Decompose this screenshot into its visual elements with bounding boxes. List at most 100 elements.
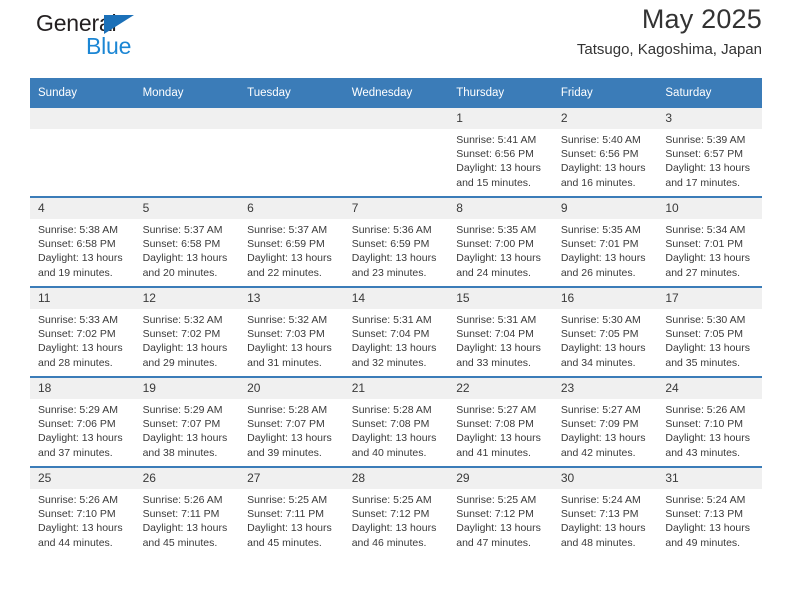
calendar-cell-empty <box>30 108 135 196</box>
day-info: Sunrise: 5:40 AM Sunset: 6:56 PM Daylight:… <box>553 129 658 190</box>
sunset-text: Sunset: 7:03 PM <box>247 328 325 341</box>
calendar-day-cell[interactable]: 11 Sunrise: 5:33 AM Sunset: 7:02 PM Dayligh… <box>30 288 135 376</box>
calendar-day-cell[interactable]: 8 Sunrise: 5:35 AM Sunset: 7:00 PM Daylight… <box>448 198 553 286</box>
calendar-day-cell[interactable]: 12 Sunrise: 5:32 AM Sunset: 7:02 PM Dayligh… <box>134 288 240 376</box>
calendar-cell: 29 Sunrise: 5:25 AM Sunset: 7:12 PM Dayligh… <box>448 466 553 556</box>
calendar-day-cell[interactable]: 6 Sunrise: 5:37 AM Sunset: 6:59 PM Daylight… <box>239 198 344 286</box>
day-number <box>134 108 240 129</box>
calendar-day-cell[interactable]: 25 Sunrise: 5:26 AM Sunset: 7:10 PM Dayligh… <box>30 468 135 556</box>
calendar-day-cell[interactable]: 16 Sunrise: 5:30 AM Sunset: 7:05 PM Dayligh… <box>552 288 658 376</box>
sunrise-text: Sunrise: 5:37 AM <box>142 224 223 236</box>
calendar-day-cell[interactable]: 27 Sunrise: 5:25 AM Sunset: 7:11 PM Dayligh… <box>239 468 344 556</box>
calendar-cell: 23 Sunrise: 5:27 AM Sunset: 7:09 PM Dayligh… <box>552 376 658 467</box>
calendar-cell: 4 Sunrise: 5:38 AM Sunset: 6:58 PM Daylight… <box>30 196 135 287</box>
calendar-day-cell[interactable]: 29 Sunrise: 5:25 AM Sunset: 7:12 PM Dayligh… <box>448 468 553 556</box>
day-info: Sunrise: 5:31 AM Sunset: 7:04 PM Daylight:… <box>344 309 449 370</box>
calendar-day-cell[interactable]: 28 Sunrise: 5:25 AM Sunset: 7:12 PM Dayligh… <box>343 468 449 556</box>
calendar-cell: 11 Sunrise: 5:33 AM Sunset: 7:02 PM Dayligh… <box>30 286 135 377</box>
calendar-cell <box>239 108 344 197</box>
weekday-header-tuesday: Tuesday <box>239 78 344 108</box>
calendar-day-cell[interactable]: 9 Sunrise: 5:35 AM Sunset: 7:01 PM Daylight… <box>552 198 658 286</box>
calendar-cell: 16 Sunrise: 5:30 AM Sunset: 7:05 PM Dayligh… <box>552 286 658 377</box>
sunset-text: Sunset: 6:58 PM <box>38 238 116 251</box>
calendar-day-cell[interactable]: 19 Sunrise: 5:29 AM Sunset: 7:07 PM Dayligh… <box>134 378 240 466</box>
calendar-day-cell[interactable]: 23 Sunrise: 5:27 AM Sunset: 7:09 PM Dayligh… <box>552 378 658 466</box>
calendar-day-cell[interactable]: 2 Sunrise: 5:40 AM Sunset: 6:56 PM Daylight… <box>552 108 658 196</box>
day-number: 23 <box>552 378 658 399</box>
day-info: Sunrise: 5:32 AM Sunset: 7:03 PM Daylight:… <box>239 309 344 370</box>
day-number: 9 <box>552 198 658 219</box>
calendar-day-cell[interactable]: 31 Sunrise: 5:24 AM Sunset: 7:13 PM Dayligh… <box>657 468 762 556</box>
sunset-text: Sunset: 7:05 PM <box>665 328 744 341</box>
calendar-cell: 26 Sunrise: 5:26 AM Sunset: 7:11 PM Dayligh… <box>134 466 240 556</box>
calendar-day-cell[interactable]: 3 Sunrise: 5:39 AM Sunset: 6:57 PM Daylight… <box>657 108 762 196</box>
daylight-text: Daylight: 13 hours and 41 minutes. <box>456 432 541 459</box>
sunrise-text: Sunrise: 5:30 AM <box>665 314 746 326</box>
day-info: Sunrise: 5:31 AM Sunset: 7:04 PM Daylight:… <box>448 309 553 370</box>
day-number: 12 <box>134 288 240 309</box>
day-info: Sunrise: 5:38 AM Sunset: 6:58 PM Daylight:… <box>30 219 135 280</box>
day-number: 30 <box>552 468 658 489</box>
calendar-day-cell[interactable]: 7 Sunrise: 5:36 AM Sunset: 6:59 PM Daylight… <box>343 198 449 286</box>
calendar-cell: 7 Sunrise: 5:36 AM Sunset: 6:59 PM Daylight… <box>343 196 449 287</box>
day-number: 5 <box>134 198 240 219</box>
daylight-text: Daylight: 13 hours and 45 minutes. <box>247 522 332 549</box>
day-number: 27 <box>239 468 344 489</box>
weekday-header-thursday: Thursday <box>448 78 553 108</box>
daylight-text: Daylight: 13 hours and 19 minutes. <box>38 252 123 279</box>
calendar-cell: 25 Sunrise: 5:26 AM Sunset: 7:10 PM Dayligh… <box>30 466 135 556</box>
daylight-text: Daylight: 13 hours and 37 minutes. <box>38 432 123 459</box>
sunrise-text: Sunrise: 5:27 AM <box>456 404 537 416</box>
daylight-text: Daylight: 13 hours and 40 minutes. <box>351 432 437 459</box>
day-number: 28 <box>343 468 449 489</box>
calendar-week-row: 18 Sunrise: 5:29 AM Sunset: 7:06 PM Dayligh… <box>30 376 762 467</box>
calendar-day-cell[interactable]: 17 Sunrise: 5:30 AM Sunset: 7:05 PM Dayligh… <box>657 288 762 376</box>
day-info: Sunrise: 5:25 AM Sunset: 7:11 PM Daylight:… <box>239 489 344 550</box>
calendar-day-cell[interactable]: 22 Sunrise: 5:27 AM Sunset: 7:08 PM Dayligh… <box>448 378 553 466</box>
calendar-day-cell[interactable]: 26 Sunrise: 5:26 AM Sunset: 7:11 PM Dayligh… <box>134 468 240 556</box>
calendar-cell: 2 Sunrise: 5:40 AM Sunset: 6:56 PM Daylight… <box>552 108 658 197</box>
general-blue-logo[interactable]: General Blue <box>30 10 160 64</box>
calendar-day-cell[interactable]: 24 Sunrise: 5:26 AM Sunset: 7:10 PM Dayligh… <box>657 378 762 466</box>
calendar-cell <box>134 108 240 197</box>
sunset-text: Sunset: 7:12 PM <box>351 508 430 521</box>
calendar-week-row: 4 Sunrise: 5:38 AM Sunset: 6:58 PM Daylight… <box>30 196 762 287</box>
calendar-cell: 22 Sunrise: 5:27 AM Sunset: 7:08 PM Dayligh… <box>448 376 553 467</box>
daylight-text: Daylight: 13 hours and 33 minutes. <box>456 342 541 369</box>
calendar-cell: 27 Sunrise: 5:25 AM Sunset: 7:11 PM Dayligh… <box>239 466 344 556</box>
calendar-day-cell[interactable]: 15 Sunrise: 5:31 AM Sunset: 7:04 PM Dayligh… <box>448 288 553 376</box>
calendar-cell <box>343 108 449 197</box>
calendar-day-cell[interactable]: 14 Sunrise: 5:31 AM Sunset: 7:04 PM Dayligh… <box>343 288 449 376</box>
calendar-cell: 3 Sunrise: 5:39 AM Sunset: 6:57 PM Daylight… <box>657 108 762 197</box>
day-number: 20 <box>239 378 344 399</box>
day-info: Sunrise: 5:39 AM Sunset: 6:57 PM Daylight:… <box>657 129 762 190</box>
day-number: 17 <box>657 288 762 309</box>
day-number: 31 <box>657 468 762 489</box>
calendar-day-cell[interactable]: 4 Sunrise: 5:38 AM Sunset: 6:58 PM Daylight… <box>30 198 135 286</box>
calendar-day-cell[interactable]: 1 Sunrise: 5:41 AM Sunset: 6:56 PM Daylight… <box>448 108 553 196</box>
calendar-cell: 12 Sunrise: 5:32 AM Sunset: 7:02 PM Dayligh… <box>134 286 240 377</box>
day-info: Sunrise: 5:28 AM Sunset: 7:07 PM Daylight:… <box>239 399 344 460</box>
calendar-cell-empty <box>134 108 240 196</box>
calendar-cell: 19 Sunrise: 5:29 AM Sunset: 7:07 PM Dayligh… <box>134 376 240 467</box>
day-number: 6 <box>239 198 344 219</box>
day-info: Sunrise: 5:35 AM Sunset: 7:00 PM Daylight:… <box>448 219 553 280</box>
calendar-day-cell[interactable]: 30 Sunrise: 5:24 AM Sunset: 7:13 PM Dayligh… <box>552 468 658 556</box>
calendar-day-cell[interactable]: 18 Sunrise: 5:29 AM Sunset: 7:06 PM Dayligh… <box>30 378 135 466</box>
sunset-text: Sunset: 7:05 PM <box>560 328 639 341</box>
calendar-day-cell[interactable]: 5 Sunrise: 5:37 AM Sunset: 6:58 PM Daylight… <box>134 198 240 286</box>
calendar-day-cell[interactable]: 21 Sunrise: 5:28 AM Sunset: 7:08 PM Dayligh… <box>343 378 449 466</box>
sunrise-text: Sunrise: 5:25 AM <box>351 494 432 506</box>
sunset-text: Sunset: 6:57 PM <box>665 148 744 161</box>
calendar-cell: 30 Sunrise: 5:24 AM Sunset: 7:13 PM Dayligh… <box>552 466 658 556</box>
day-info: Sunrise: 5:29 AM Sunset: 7:07 PM Daylight:… <box>135 399 240 460</box>
sunrise-text: Sunrise: 5:35 AM <box>456 224 537 236</box>
calendar-day-cell[interactable]: 20 Sunrise: 5:28 AM Sunset: 7:07 PM Dayligh… <box>239 378 344 466</box>
sunrise-text: Sunrise: 5:34 AM <box>665 224 746 236</box>
calendar-day-cell[interactable]: 10 Sunrise: 5:34 AM Sunset: 7:01 PM Dayligh… <box>657 198 762 286</box>
day-info: Sunrise: 5:28 AM Sunset: 7:08 PM Daylight:… <box>344 399 449 460</box>
day-number: 4 <box>30 198 135 219</box>
calendar-cell: 14 Sunrise: 5:31 AM Sunset: 7:04 PM Dayligh… <box>343 286 449 377</box>
day-number: 13 <box>239 288 344 309</box>
calendar-day-cell[interactable]: 13 Sunrise: 5:32 AM Sunset: 7:03 PM Dayligh… <box>239 288 344 376</box>
